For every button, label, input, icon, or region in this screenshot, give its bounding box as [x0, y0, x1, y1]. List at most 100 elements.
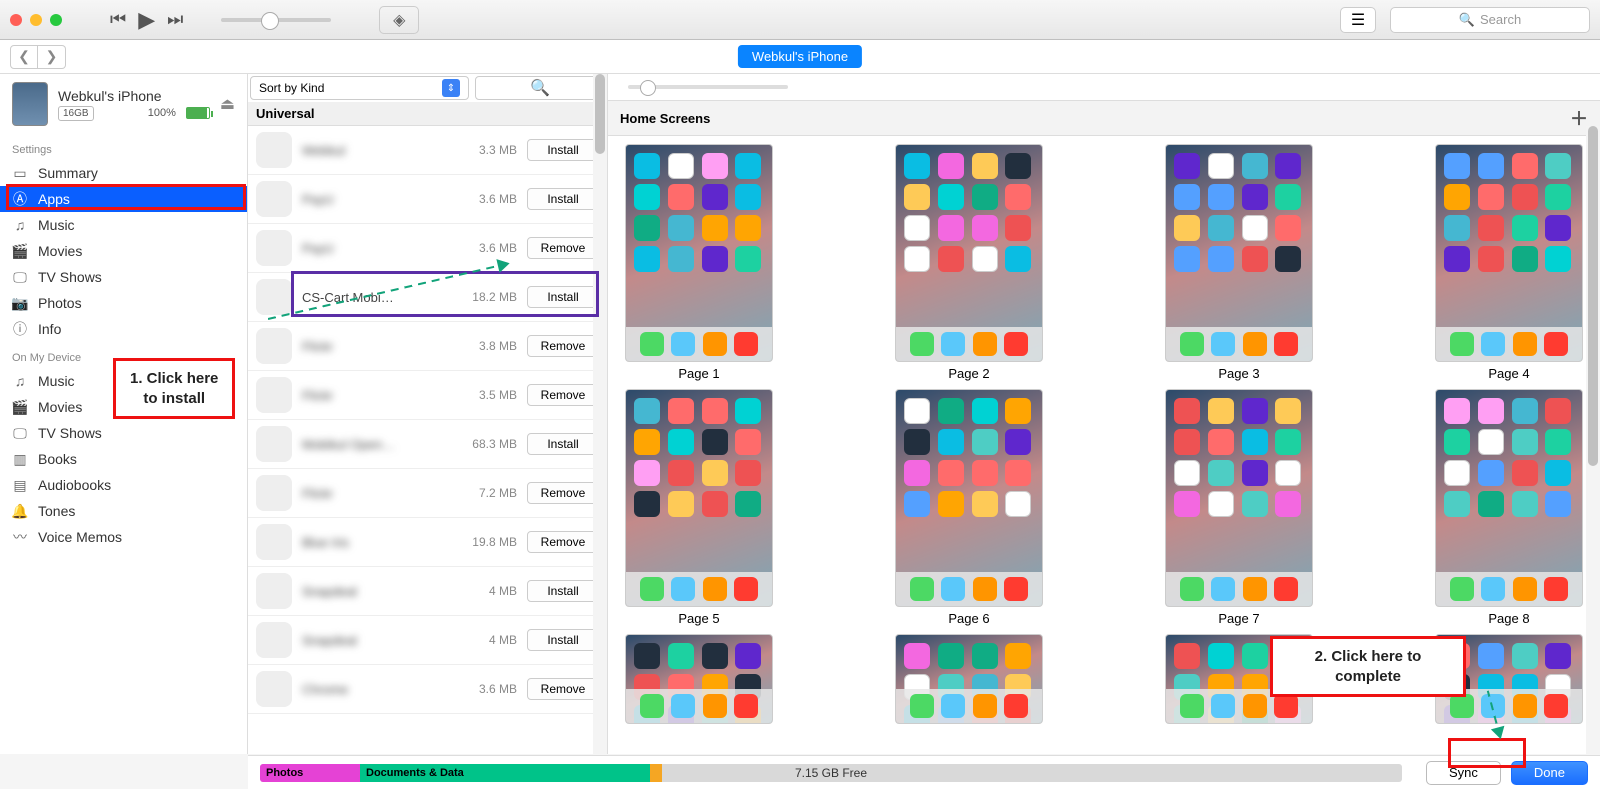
- apps-scrollbar[interactable]: [593, 74, 607, 754]
- home-screen-thumbnail[interactable]: [1165, 144, 1313, 362]
- home-app-icon: [904, 184, 930, 210]
- home-app-icon: [1545, 215, 1571, 241]
- home-screen-thumbnail[interactable]: [625, 634, 773, 724]
- app-row[interactable]: Flickr3.8 MBRemove: [248, 322, 607, 371]
- device-thumbnail-icon: [12, 82, 48, 126]
- home-screen-thumbnail[interactable]: [1435, 389, 1583, 607]
- home-screen-thumbnail[interactable]: [895, 389, 1043, 607]
- play-icon[interactable]: ▶: [138, 7, 155, 33]
- home-app-icon: [1005, 429, 1031, 455]
- app-action-button[interactable]: Install: [527, 629, 599, 651]
- sort-select[interactable]: Sort by Kind ⇕: [250, 76, 469, 100]
- home-app-icon: [904, 398, 930, 424]
- sidebar-item-summary[interactable]: ▭Summary: [0, 160, 247, 186]
- app-row[interactable]: Blue Iris19.8 MBRemove: [248, 518, 607, 567]
- scrollbar-thumb[interactable]: [595, 74, 605, 154]
- dock-app-icon: [1274, 694, 1298, 718]
- home-app-icon: [735, 460, 761, 486]
- chevron-updown-icon: ⇕: [442, 79, 460, 97]
- home-screen-thumbnail[interactable]: [895, 634, 1043, 724]
- sidebar-item-apps[interactable]: ⒶApps: [0, 186, 247, 212]
- app-action-button[interactable]: Install: [527, 139, 599, 161]
- prev-track-icon[interactable]: ⏮: [110, 9, 126, 30]
- close-window[interactable]: [10, 14, 22, 26]
- sidebar-item-device-tvshows[interactable]: 🖵TV Shows: [0, 420, 247, 446]
- app-row[interactable]: Flickr3.5 MBRemove: [248, 371, 607, 420]
- app-action-button[interactable]: Install: [527, 188, 599, 210]
- apps-section-header: Universal: [248, 102, 607, 126]
- app-action-button[interactable]: Install: [527, 286, 599, 308]
- home-app-icon: [1444, 460, 1470, 486]
- airplay-button[interactable]: ◈: [379, 6, 419, 34]
- movies-icon: 🎬: [12, 399, 28, 415]
- apps-search-input[interactable]: 🔍: [475, 76, 605, 100]
- dock-app-icon: [1544, 694, 1568, 718]
- home-app-icon: [1242, 184, 1268, 210]
- app-action-button[interactable]: Remove: [527, 384, 599, 406]
- app-row[interactable]: Webkul3.3 MBInstall: [248, 126, 607, 175]
- app-row[interactable]: Mobikul Open…68.3 MBInstall: [248, 420, 607, 469]
- app-icon: [256, 328, 292, 364]
- app-action-button[interactable]: Remove: [527, 482, 599, 504]
- sidebar-item-device-audiobooks[interactable]: ▤Audiobooks: [0, 472, 247, 498]
- volume-slider[interactable]: [221, 18, 331, 22]
- app-action-button[interactable]: Install: [527, 433, 599, 455]
- storage-seg-photos: Photos: [260, 764, 360, 782]
- app-action-button[interactable]: Remove: [527, 531, 599, 553]
- sidebar-item-device-tones[interactable]: 🔔Tones: [0, 498, 247, 524]
- home-app-icon: [1208, 491, 1234, 517]
- app-icon: [256, 132, 292, 168]
- next-track-icon[interactable]: ⏭: [167, 9, 183, 30]
- search-input[interactable]: 🔍 Search: [1390, 7, 1590, 33]
- sync-button[interactable]: Sync: [1426, 761, 1501, 785]
- home-app-icon: [1545, 491, 1571, 517]
- sidebar-item-photos[interactable]: 📷Photos: [0, 290, 247, 316]
- sidebar-item-device-books[interactable]: ▥Books: [0, 446, 247, 472]
- maximize-window[interactable]: [50, 14, 62, 26]
- sidebar-item-label: Tones: [38, 503, 75, 519]
- app-row[interactable]: Snapdeal4 MBInstall: [248, 567, 607, 616]
- minimize-window[interactable]: [30, 14, 42, 26]
- dock-app-icon: [703, 577, 727, 601]
- sidebar-item-movies[interactable]: 🎬Movies: [0, 238, 247, 264]
- app-action-button[interactable]: Remove: [527, 678, 599, 700]
- home-screen-thumbnail[interactable]: [625, 389, 773, 607]
- dock-app-icon: [703, 332, 727, 356]
- homescreens-scrollbar[interactable]: [1586, 126, 1600, 754]
- app-action-button[interactable]: Remove: [527, 237, 599, 259]
- sidebar-item-info[interactable]: ⓘInfo: [0, 316, 247, 342]
- list-view-button[interactable]: ☰: [1340, 7, 1376, 33]
- done-button[interactable]: Done: [1511, 761, 1588, 785]
- sidebar-item-tvshows[interactable]: 🖵TV Shows: [0, 264, 247, 290]
- app-action-button[interactable]: Install: [527, 580, 599, 602]
- home-screen-thumbnail[interactable]: [625, 144, 773, 362]
- storage-free-label: 7.15 GB Free: [795, 766, 867, 780]
- sidebar-item-device-voicememos[interactable]: 〰Voice Memos: [0, 524, 247, 550]
- nav-back-button[interactable]: ❮: [10, 45, 38, 69]
- toolbar-right: ☰ 🔍 Search: [1340, 7, 1590, 33]
- nav-forward-button[interactable]: ❯: [38, 45, 66, 69]
- device-name-pill[interactable]: Webkul's iPhone: [738, 45, 862, 68]
- eject-icon[interactable]: ⏏: [220, 94, 235, 114]
- app-row[interactable]: PayU3.6 MBInstall: [248, 175, 607, 224]
- app-row[interactable]: Snapdeal4 MBInstall: [248, 616, 607, 665]
- zoom-slider[interactable]: [628, 85, 788, 89]
- apps-top-controls: Sort by Kind ⇕ 🔍: [248, 74, 607, 102]
- home-app-icon: [1005, 460, 1031, 486]
- home-app-icon: [668, 153, 694, 179]
- home-screen-thumbnail[interactable]: [1435, 144, 1583, 362]
- home-app-icon: [938, 398, 964, 424]
- home-app-icon: [1005, 643, 1031, 669]
- home-screen-thumbnail[interactable]: [895, 144, 1043, 362]
- sidebar-item-music[interactable]: ♫Music: [0, 212, 247, 238]
- home-screen-thumbnail[interactable]: [1165, 389, 1313, 607]
- app-row[interactable]: Chrome3.6 MBRemove: [248, 665, 607, 714]
- home-app-icon: [904, 643, 930, 669]
- scrollbar-thumb[interactable]: [1588, 126, 1598, 466]
- home-app-icon: [1174, 184, 1200, 210]
- home-app-icon: [702, 460, 728, 486]
- app-row[interactable]: Flickr7.2 MBRemove: [248, 469, 607, 518]
- zoom-row: [608, 74, 1600, 100]
- app-row[interactable]: PayU3.6 MBRemove: [248, 224, 607, 273]
- app-action-button[interactable]: Remove: [527, 335, 599, 357]
